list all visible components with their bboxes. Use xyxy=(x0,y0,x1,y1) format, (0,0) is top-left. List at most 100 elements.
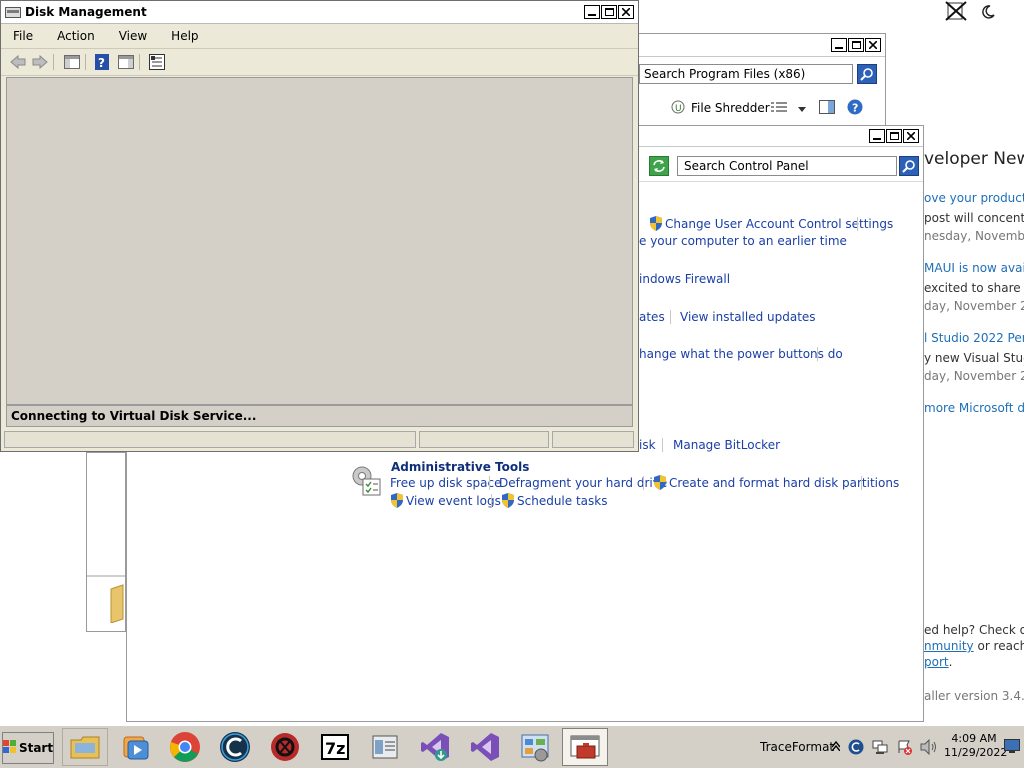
window-title: Disk Management xyxy=(25,5,147,19)
close-button[interactable] xyxy=(865,38,881,52)
7zip-icon[interactable]: 7z xyxy=(312,728,358,766)
start-button[interactable]: Start xyxy=(2,732,54,764)
administrative-tools-icon[interactable] xyxy=(349,463,383,497)
file-explorer-icon[interactable] xyxy=(62,728,108,766)
disk-view-area[interactable] xyxy=(6,77,633,405)
shredder-icon[interactable]: U xyxy=(671,100,685,114)
visual-studio-icon[interactable] xyxy=(462,728,508,766)
manage-bitlocker-link[interactable]: Manage BitLocker xyxy=(673,438,780,452)
developer-news-pane: veloper News ove your productiv post wil… xyxy=(924,125,1024,722)
event-logs-shield-icon xyxy=(390,493,404,508)
ccleaner-icon[interactable] xyxy=(212,728,258,766)
divider xyxy=(139,54,140,70)
windows-firewall-link[interactable]: indows Firewall xyxy=(639,272,730,286)
disk-management-icon xyxy=(5,5,21,19)
news-item-link[interactable]: l Studio 2022 Perfo xyxy=(924,331,1024,345)
program-files-search-input[interactable]: Search Program Files (x86) xyxy=(639,64,853,84)
windows-updates-link[interactable]: ates xyxy=(639,310,665,324)
divider xyxy=(489,476,490,490)
maximize-button[interactable] xyxy=(848,38,864,52)
vs-installer-icon[interactable] xyxy=(412,728,458,766)
network-icon[interactable] xyxy=(872,739,888,758)
administrative-tools-heading[interactable]: Administrative Tools xyxy=(391,460,529,474)
status-message: Connecting to Virtual Disk Service... xyxy=(6,405,633,427)
view-event-logs-link[interactable]: View event logs xyxy=(406,494,501,508)
ccleaner-tray-icon[interactable] xyxy=(848,739,864,758)
help-icon[interactable]: ? xyxy=(93,53,111,71)
news-item-link[interactable]: ove your productiv xyxy=(924,191,1024,205)
notepad-icon[interactable] xyxy=(362,728,408,766)
minimize-button[interactable] xyxy=(584,5,600,19)
menu-action[interactable]: Action xyxy=(45,29,107,43)
file-shredder-button[interactable]: File Shredder xyxy=(691,101,770,115)
news-item-date: day, November 22, xyxy=(924,299,1024,313)
divider xyxy=(861,476,862,490)
community-link[interactable]: nmunity xyxy=(924,639,974,653)
chrome-icon[interactable] xyxy=(162,728,208,766)
system-restore-link[interactable]: e your computer to an earlier time xyxy=(639,234,847,248)
program-files-window: Search Program Files (x86) U File Shredd… xyxy=(632,33,886,135)
refresh-icon[interactable] xyxy=(649,156,669,176)
chevron-down-icon[interactable] xyxy=(798,102,806,116)
defragment-link[interactable]: Defragment your hard drive xyxy=(499,476,667,490)
tray-app-label[interactable]: TraceFormat xyxy=(760,740,834,754)
control-panel-search-input[interactable]: Search Control Panel xyxy=(677,156,897,176)
preview-pane-icon[interactable] xyxy=(819,100,835,117)
menu-help[interactable]: Help xyxy=(159,29,210,43)
more-news-link[interactable]: more Microsoft de xyxy=(924,401,1024,415)
action-pane-icon[interactable] xyxy=(117,53,135,71)
search-icon[interactable] xyxy=(899,156,919,176)
menu-view[interactable]: View xyxy=(107,29,159,43)
svg-text:?: ? xyxy=(852,102,858,115)
folder-icon[interactable] xyxy=(109,583,125,624)
clock-date: 11/29/2022 xyxy=(944,746,1008,759)
close-button[interactable] xyxy=(618,5,634,19)
program-files-titlebar xyxy=(633,34,885,57)
action-center-icon[interactable] xyxy=(896,739,912,758)
davinci-icon[interactable] xyxy=(262,728,308,766)
menu-file[interactable]: File xyxy=(1,29,45,43)
menu-bar: File Action View Help xyxy=(1,25,638,47)
divider xyxy=(857,217,858,231)
help-text-line: nmunity or reach u xyxy=(924,639,1024,653)
view-options-icon[interactable] xyxy=(771,101,787,116)
svg-text:7z: 7z xyxy=(325,739,345,758)
support-link[interactable]: port xyxy=(924,655,949,669)
minimize-button[interactable] xyxy=(869,129,885,143)
back-arrow-icon[interactable] xyxy=(9,53,27,71)
news-item-link[interactable]: MAUI is now availa xyxy=(924,261,1024,275)
console-tree-icon[interactable] xyxy=(63,53,81,71)
mute-icon[interactable] xyxy=(944,0,970,22)
maximize-button[interactable] xyxy=(886,129,902,143)
encrypt-disk-link[interactable]: isk xyxy=(639,438,656,452)
news-heading: veloper News xyxy=(924,149,1024,169)
help-text-rest: or reach u xyxy=(977,639,1024,653)
help-icon[interactable]: ? xyxy=(847,99,863,118)
status-pane xyxy=(552,431,634,448)
close-button[interactable] xyxy=(903,129,919,143)
create-partitions-link[interactable]: Create and format hard disk partitions xyxy=(669,476,899,490)
clock[interactable]: 4:09 AM 11/29/2022 xyxy=(944,732,1008,760)
schedule-tasks-link[interactable]: Schedule tasks xyxy=(517,494,607,508)
volume-icon[interactable] xyxy=(920,738,938,758)
installed-updates-link[interactable]: View installed updates xyxy=(680,310,816,324)
power-buttons-link[interactable]: hange what the power buttons do xyxy=(639,347,843,361)
control-panel-icon[interactable] xyxy=(512,728,558,766)
forward-arrow-icon[interactable] xyxy=(31,53,49,71)
news-item-body: y new Visual Studio xyxy=(924,351,1024,365)
show-desktop-icon[interactable] xyxy=(1004,739,1020,756)
help-text: ed help? Check out xyxy=(924,623,1024,637)
help-text-line: port. xyxy=(924,655,952,669)
uac-settings-link[interactable]: Change User Account Control settings xyxy=(665,217,893,231)
media-player-icon[interactable] xyxy=(112,728,158,766)
toolbar: ? xyxy=(1,48,638,76)
chevron-up-icon[interactable] xyxy=(831,740,841,754)
maximize-button[interactable] xyxy=(601,5,617,19)
minimize-button[interactable] xyxy=(831,38,847,52)
status-bar xyxy=(4,431,635,449)
free-disk-space-link[interactable]: Free up disk space xyxy=(390,476,502,490)
properties-icon[interactable] xyxy=(148,53,166,71)
computer-management-icon[interactable] xyxy=(562,728,608,766)
search-icon[interactable] xyxy=(857,64,877,84)
moon-icon[interactable] xyxy=(980,4,996,20)
